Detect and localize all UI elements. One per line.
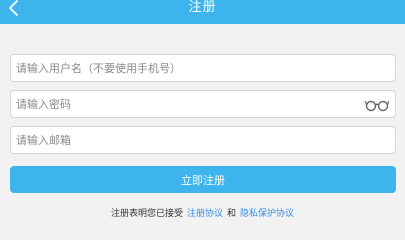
email-field xyxy=(10,126,396,154)
agreement-prefix: 注册表明您已接受 xyxy=(110,209,183,219)
email-input[interactable] xyxy=(11,127,395,153)
top-bar: 注册 xyxy=(0,0,405,24)
password-field xyxy=(10,90,396,118)
username-field xyxy=(10,54,396,82)
password-input[interactable] xyxy=(11,91,395,117)
page-title: 注册 xyxy=(188,0,217,15)
show-password-toggle[interactable] xyxy=(364,97,390,112)
privacy-link[interactable]: 隐私保护协议 xyxy=(240,209,294,219)
agreement-notice: 注册表明您已接受 注册协议和隐私保护协议 xyxy=(0,208,405,220)
eye-glasses-icon xyxy=(364,100,390,112)
terms-link[interactable]: 注册协议 xyxy=(187,209,223,219)
register-button[interactable]: 立即注册 xyxy=(10,166,396,193)
username-input[interactable] xyxy=(11,55,395,81)
agreement-conjunction: 和 xyxy=(227,209,237,219)
